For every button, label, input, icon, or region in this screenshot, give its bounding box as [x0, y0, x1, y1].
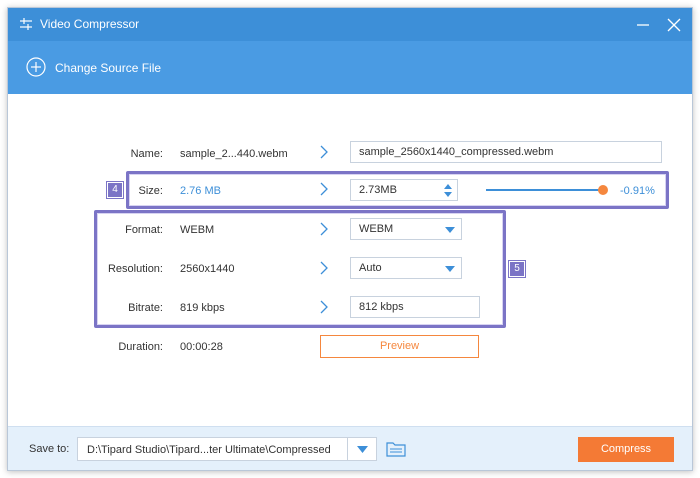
title-bar: Video Compressor — [8, 8, 692, 41]
annotation-badge-4: 4 — [107, 182, 123, 198]
minimize-icon[interactable] — [632, 14, 654, 36]
save-to-label: Save to: — [29, 443, 70, 455]
dropdown-divider — [347, 438, 348, 460]
annotation-badge-5: 5 — [509, 261, 525, 277]
folder-icon[interactable] — [386, 440, 406, 457]
preview-button[interactable]: Preview — [320, 335, 479, 358]
annotation-box-4 — [126, 171, 669, 209]
annotation-box-5 — [94, 210, 506, 328]
chevron-down-icon[interactable] — [357, 446, 368, 453]
video-compressor-window: Video Compressor Change Source File Name… — [7, 7, 693, 471]
duration-value: 00:00:28 — [180, 341, 223, 353]
close-icon[interactable] — [663, 14, 685, 36]
toolbar: Change Source File — [8, 41, 692, 94]
footer-bar: Save to: D:\Tipard Studio\Tipard...ter U… — [8, 426, 692, 470]
sliders-icon — [20, 18, 32, 30]
save-path-select[interactable]: D:\Tipard Studio\Tipard...ter Ultimate\C… — [77, 437, 377, 461]
duration-label: Duration: — [118, 341, 163, 353]
name-source-value: sample_2...440.webm — [180, 148, 288, 160]
window-title: Video Compressor — [40, 17, 140, 31]
name-label: Name: — [130, 148, 163, 160]
change-source-file-button[interactable]: Change Source File — [55, 61, 161, 75]
output-name-input[interactable]: sample_2560x1440_compressed.webm — [350, 141, 662, 163]
save-path-value: D:\Tipard Studio\Tipard...ter Ultimate\C… — [87, 444, 331, 456]
chevron-right-icon — [320, 145, 328, 159]
compress-button[interactable]: Compress — [578, 437, 674, 462]
plus-circle-icon[interactable] — [26, 57, 46, 77]
